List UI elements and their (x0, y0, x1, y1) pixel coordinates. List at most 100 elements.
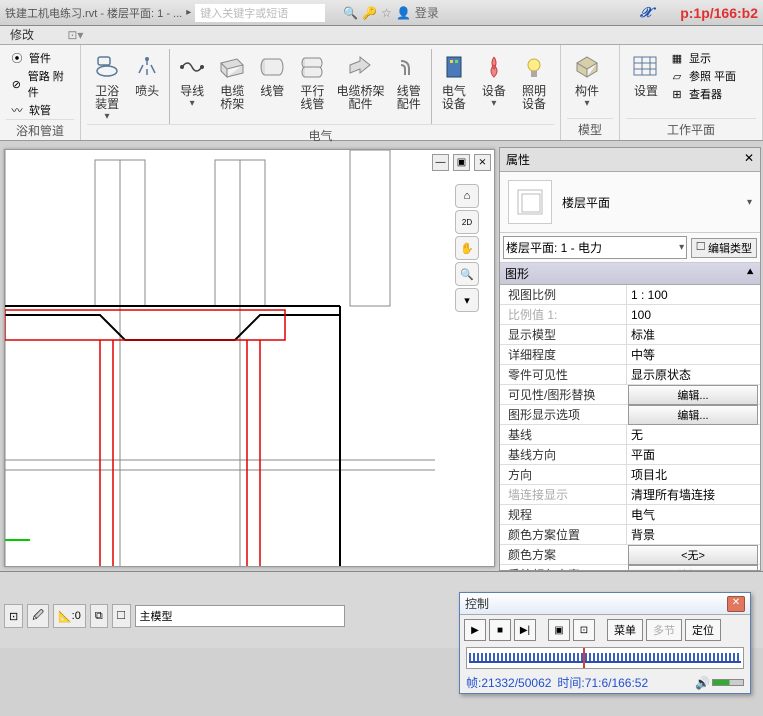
prop-value[interactable]: 清理所有墙连接 (626, 485, 760, 504)
prop-row[interactable]: 颜色方案位置背景 (500, 525, 760, 545)
menu-button[interactable]: 菜单 (607, 619, 643, 641)
status-icon2[interactable]: 🖉 (27, 604, 49, 628)
control-panel-title[interactable]: 控制 ✕ (460, 593, 750, 615)
login-icon[interactable]: 👤 (396, 6, 411, 20)
ribbon-cable-tray[interactable]: 电缆桥架 (212, 49, 252, 124)
tray-icon (216, 51, 248, 83)
stop-button[interactable]: ■ (489, 619, 511, 641)
prop-row[interactable]: 图形显示选项编辑... (500, 405, 760, 425)
star-icon[interactable]: ☆ (381, 6, 392, 20)
prop-row[interactable]: 颜色方案<无> (500, 545, 760, 565)
menu-modify[interactable]: 修改 (10, 28, 34, 42)
conduit-icon (256, 51, 288, 83)
ribbon-settings[interactable]: 设置 (626, 49, 666, 118)
properties-palette: 属性 ✕ 楼层平面 ▾ 楼层平面: 1 - 电力▾ 🞎编辑类型 图形⯅ 视图比例… (499, 147, 761, 571)
prop-label: 规程 (500, 506, 626, 523)
ribbon-ref-plane[interactable]: ▱参照 平面 (666, 67, 739, 85)
prop-edit-button[interactable]: 编辑... (628, 405, 758, 425)
prop-value[interactable]: 标准 (626, 325, 760, 344)
type-name: 楼层平面 (562, 194, 610, 211)
prop-label: 方向 (500, 466, 626, 483)
prop-row[interactable]: 基线无 (500, 425, 760, 445)
mode-b-button[interactable]: ⊡ (573, 619, 595, 641)
ribbon-conduit-fitting[interactable]: 线管配件 (389, 49, 429, 124)
prop-value[interactable]: 背景 (626, 525, 760, 544)
prop-row[interactable]: 可见性/图形替换编辑... (500, 385, 760, 405)
prop-label: 基线 (500, 426, 626, 443)
status-zoom[interactable]: 📐:0 (53, 604, 86, 628)
main-model-dropdown[interactable]: 主模型 (135, 605, 345, 627)
search-input[interactable]: 键入关键字或短语 (195, 4, 325, 22)
status-icon3[interactable]: ⧉ (90, 604, 108, 628)
prop-value[interactable]: 电气 (626, 505, 760, 524)
key-icon[interactable]: 🔑 (362, 6, 377, 20)
ribbon-component[interactable]: 构件▾ (567, 49, 607, 118)
title-dropdown[interactable]: ▸ (186, 7, 191, 18)
prop-value[interactable]: 中等 (626, 345, 760, 364)
timeline-slider[interactable] (466, 647, 744, 669)
login-text[interactable]: 登录 (415, 4, 439, 21)
prop-row[interactable]: 系统颜色方案编辑... (500, 565, 760, 570)
ribbon-viewer[interactable]: ⊞查看器 (666, 85, 739, 103)
ribbon-pipe-fitting[interactable]: ⦿管件 (6, 49, 74, 67)
grid-set-icon (630, 51, 662, 83)
control-close-button[interactable]: ✕ (727, 596, 745, 612)
play-button[interactable]: ▶ (464, 619, 486, 641)
toilet-icon (91, 51, 123, 83)
binoculars-icon[interactable]: 🔍 (343, 6, 358, 20)
prop-row[interactable]: 规程电气 (500, 505, 760, 525)
prop-edit-button[interactable]: 编辑... (628, 565, 758, 571)
instance-dropdown[interactable]: 楼层平面: 1 - 电力▾ (503, 236, 687, 259)
step-button[interactable]: ▶| (514, 619, 536, 641)
prop-group-graphics[interactable]: 图形⯅ (500, 263, 760, 285)
prop-row[interactable]: 详细程度中等 (500, 345, 760, 365)
ribbon-parallel-conduit[interactable]: 平行线管 (292, 49, 332, 124)
panel-icon (438, 51, 470, 83)
prop-value[interactable]: 无 (626, 425, 760, 444)
mode-a-button[interactable]: ▣ (548, 619, 570, 641)
ribbon-pipe-accessory[interactable]: ⊘管路 附件 (6, 67, 74, 101)
type-selector[interactable]: 楼层平面 ▾ (500, 172, 760, 233)
component-icon (571, 51, 603, 83)
ribbon-conduit[interactable]: 线管 (252, 49, 292, 124)
close-icon[interactable]: ✕ (744, 151, 754, 168)
drawing-canvas[interactable]: — ▣ ⨯ ⌂ 2D ✋ 🔍 ▾ (4, 149, 495, 567)
ribbon-sprinkler[interactable]: 喷头 (127, 49, 167, 124)
ribbon-show[interactable]: ▦显示 (666, 49, 739, 67)
locate-button[interactable]: 定位 (685, 619, 721, 641)
show-icon: ▦ (669, 50, 685, 66)
prop-edit-button[interactable]: 编辑... (628, 385, 758, 405)
properties-header[interactable]: 属性 ✕ (500, 148, 760, 172)
prop-edit-button[interactable]: <无> (628, 545, 758, 565)
prop-row[interactable]: 方向项目北 (500, 465, 760, 485)
prop-value[interactable]: 100 (626, 305, 760, 324)
status-icon4[interactable]: 🞎 (112, 604, 131, 628)
ribbon-plumbing-fixture[interactable]: 卫浴装置▾ (87, 49, 127, 124)
prop-row[interactable]: 墙连接显示清理所有墙连接 (500, 485, 760, 505)
prop-label: 墙连接显示 (500, 486, 626, 503)
control-status: 帧:21332/50062 时间:71:6/166:52 🔊 (460, 671, 750, 694)
sprinkler-icon (131, 51, 163, 83)
ribbon-elec-equip[interactable]: 电气设备 (434, 49, 474, 124)
type-dropdown-icon[interactable]: ▾ (747, 197, 752, 208)
ribbon-tray-fitting[interactable]: 电缆桥架配件 (332, 49, 388, 124)
prop-row[interactable]: 基线方向平面 (500, 445, 760, 465)
prop-row[interactable]: 比例值 1:100 (500, 305, 760, 325)
prop-value[interactable]: 1 : 100 (626, 285, 760, 304)
edit-type-button[interactable]: 🞎编辑类型 (691, 238, 757, 258)
prop-row[interactable]: 零件可见性显示原状态 (500, 365, 760, 385)
prop-value[interactable]: 显示原状态 (626, 365, 760, 384)
ribbon-wire[interactable]: 导线▾ (172, 49, 212, 124)
prop-row[interactable]: 视图比例1 : 100 (500, 285, 760, 305)
prop-row[interactable]: 显示模型标准 (500, 325, 760, 345)
flame-icon (478, 51, 510, 83)
prop-value[interactable]: 项目北 (626, 465, 760, 484)
status-icon1[interactable]: ⊡ (4, 604, 23, 628)
volume-control[interactable]: 🔊 (695, 676, 744, 690)
ribbon-flex-pipe[interactable]: 〰软管 (6, 101, 74, 119)
prop-value[interactable]: 平面 (626, 445, 760, 464)
ribbon-lighting[interactable]: 照明设备 (514, 49, 554, 124)
tray-fitting-icon (345, 51, 377, 83)
ribbon-device[interactable]: 设备▾ (474, 49, 514, 124)
plane-icon: ▱ (669, 68, 685, 84)
